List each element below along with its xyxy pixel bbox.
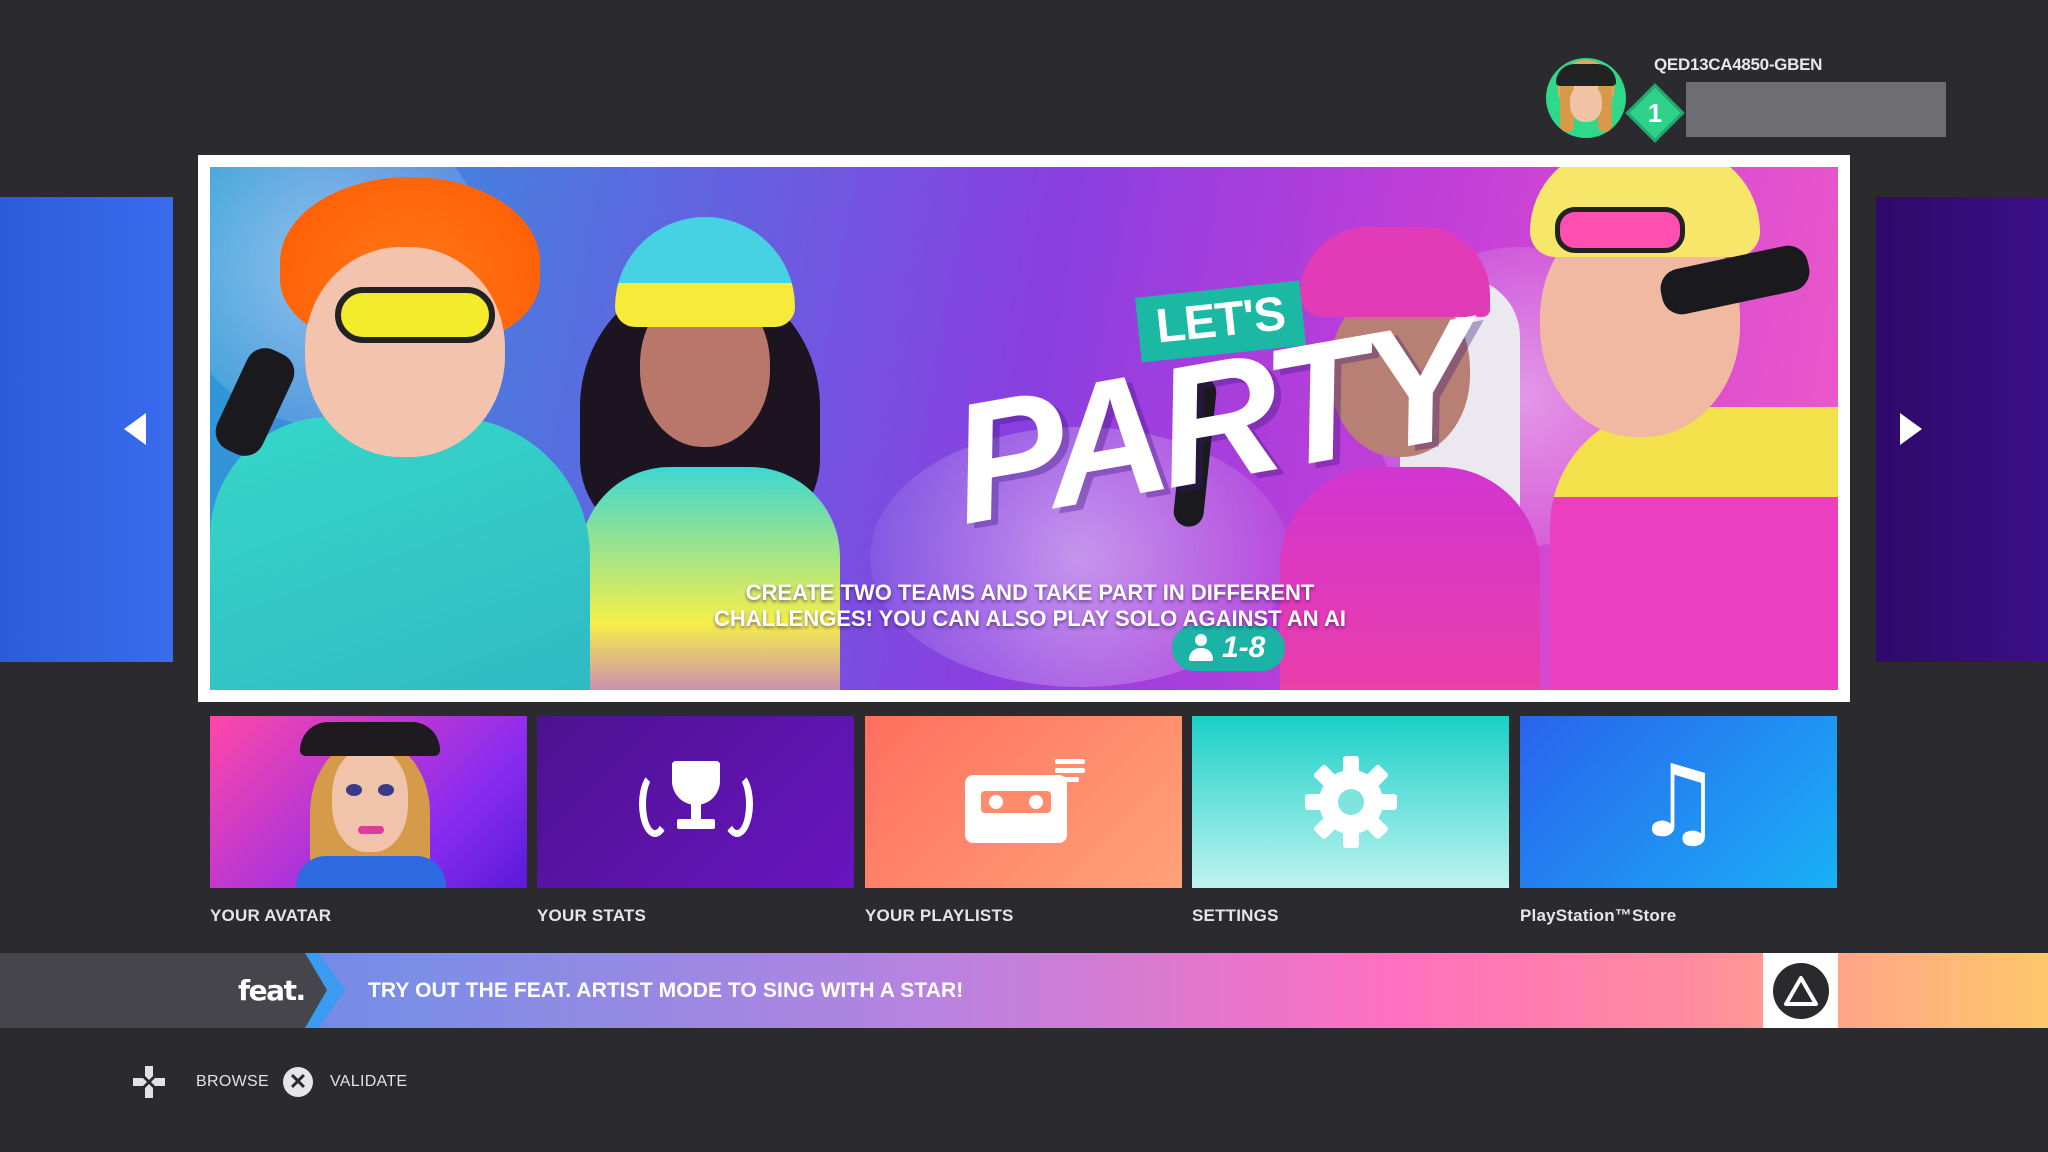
cassette-icon: [959, 757, 1089, 847]
tile-your-playlists[interactable]: [865, 716, 1182, 888]
tile-playstation-store[interactable]: ♫: [1520, 716, 1837, 888]
tile-label-your-avatar: YOUR AVATAR: [210, 906, 332, 925]
gear-icon: [1304, 756, 1397, 848]
avatar-face: [1570, 84, 1602, 122]
character-2-hat: [615, 217, 795, 327]
avatar-cap: [1556, 64, 1616, 86]
music-note-icon: ♫: [1633, 743, 1724, 860]
tile-label-your-playlists: YOUR PLAYLISTS: [865, 906, 1014, 925]
avatar-lips: [358, 826, 384, 834]
list-line: [1054, 759, 1085, 764]
hero-title: PARTY: [937, 283, 1484, 561]
list-line: [1054, 777, 1079, 782]
cassette-reel: [988, 795, 1003, 809]
arrow-right-icon[interactable]: [1900, 413, 1922, 445]
profile-user-id: QED13CA4850-GBEN: [1654, 55, 1823, 74]
trophy-base: [676, 819, 715, 829]
profile-name-bar: [1686, 82, 1946, 137]
tile-label-settings: SETTINGS: [1192, 906, 1279, 925]
profile-avatar[interactable]: [1546, 58, 1626, 138]
character-1-head: [305, 247, 505, 457]
level-number: 1: [1647, 98, 1663, 128]
list-line: [1054, 768, 1085, 773]
hero-banner[interactable]: LET'S PARTY 1-8 CREATE TWO TEAMS AND TAK…: [198, 155, 1850, 702]
gear-hole: [1337, 789, 1364, 815]
person-icon: [1188, 634, 1214, 662]
avatar-cap: [300, 722, 440, 756]
level-badge: 1: [1625, 83, 1685, 143]
feat-message: TRY OUT THE FEAT. ARTIST MODE TO SING WI…: [368, 979, 964, 1002]
players-count: 1-8: [1222, 631, 1266, 664]
character-1-body: [210, 417, 590, 690]
character-1-glasses: [335, 287, 495, 343]
hint-browse: BROWSE: [196, 1073, 269, 1090]
trophy-icon: [631, 757, 761, 847]
hero-description: CREATE TWO TEAMS AND TAKE PART IN DIFFER…: [714, 580, 1346, 631]
tile-label-your-stats: YOUR STATS: [537, 906, 647, 925]
tile-label-playstation-store: PlayStation™Store: [1520, 906, 1677, 925]
laurel-right: [720, 771, 753, 837]
feat-logo: feat.: [238, 974, 306, 1007]
hero-artwork: LET'S PARTY 1-8 CREATE TWO TEAMS AND TAK…: [210, 167, 1838, 690]
character-4-glasses: [1555, 207, 1685, 253]
carousel-prev-panel[interactable]: [0, 197, 173, 662]
avatar-portrait: [280, 716, 460, 888]
trophy-cup: [671, 761, 720, 805]
dpad-icon: [133, 1066, 165, 1098]
character-2-body: [580, 467, 840, 690]
triangle-button-icon: [1772, 962, 1829, 1019]
avatar-eye: [378, 784, 394, 796]
cross-button-icon: ✕: [283, 1067, 313, 1097]
tile-your-stats[interactable]: [537, 716, 854, 888]
tile-settings[interactable]: [1192, 716, 1509, 888]
avatar-shirt: [296, 856, 446, 888]
avatar-eye: [346, 784, 362, 796]
tile-your-avatar[interactable]: [210, 716, 527, 888]
avatar-face: [332, 748, 408, 852]
character-4-body: [1550, 407, 1838, 690]
cassette-reel: [1028, 795, 1043, 809]
arrow-left-icon[interactable]: [124, 413, 146, 445]
triangle-icon: [1783, 975, 1818, 1006]
laurel-left: [638, 771, 671, 837]
hint-validate: VALIDATE: [330, 1073, 408, 1090]
triangle-button[interactable]: [1763, 953, 1838, 1028]
